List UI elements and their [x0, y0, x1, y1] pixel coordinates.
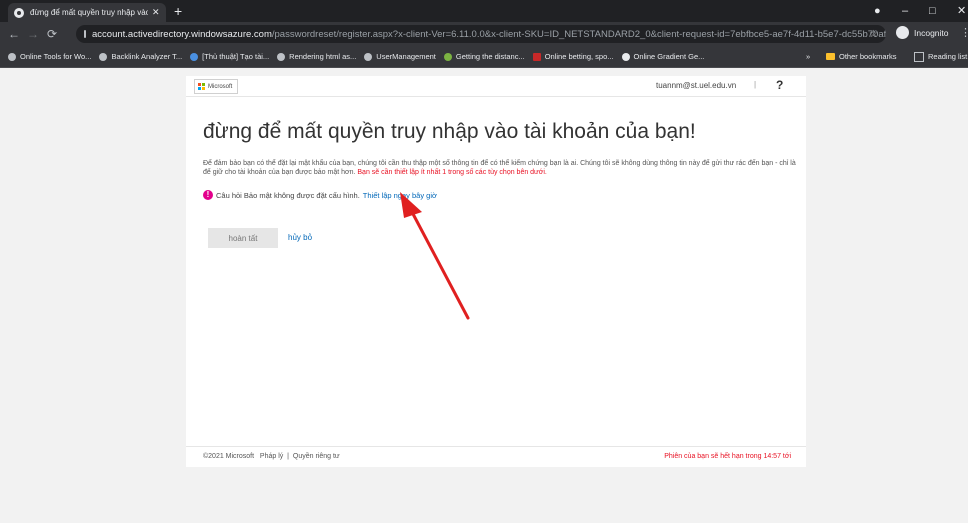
session-expiry-notice: Phiên của bạn sẽ hết hạn trong 14:57 tới: [664, 453, 791, 460]
footer-links: ©2021 Microsoft Pháp lý | Quyền riêng tư: [203, 453, 340, 460]
bookmark-item[interactable]: UserManagement: [364, 52, 436, 61]
password-reset-card: Microsoft tuannm@st.uel.edu.vn | ? đừng …: [186, 76, 806, 446]
reading-list[interactable]: Reading list: [914, 46, 967, 67]
new-tab-button[interactable]: +: [174, 2, 182, 20]
user-email[interactable]: tuannm@st.uel.edu.vn: [656, 81, 736, 90]
reload-icon[interactable]: ⟳: [47, 25, 57, 43]
url-host: account.activedirectory.windowsazure.com: [92, 28, 272, 40]
finish-button[interactable]: hoàn tất: [208, 228, 278, 248]
page-header: Microsoft tuannm@st.uel.edu.vn | ?: [186, 76, 806, 97]
minimize-icon[interactable]: –: [902, 2, 908, 20]
bookmark-item[interactable]: Online Gradient Ge...: [621, 52, 704, 61]
incognito-indicator[interactable]: Incognito: [896, 26, 949, 39]
address-bar[interactable]: account.activedirectory.windowsazure.com…: [76, 25, 886, 43]
globe-icon: [364, 52, 373, 61]
security-question-alert: ! Câu hỏi Bảo mật không được đặt cấu hìn…: [203, 190, 437, 200]
close-tab-icon[interactable]: ✕: [152, 7, 160, 18]
header-separator: |: [754, 80, 757, 89]
forward-icon[interactable]: →: [27, 25, 39, 43]
bookmark-item[interactable]: Getting the distanc...: [443, 52, 525, 61]
copyright-text: ©2021 Microsoft: [203, 453, 255, 460]
cancel-link[interactable]: hủy bỏ: [288, 233, 312, 242]
maximize-icon[interactable]: □: [929, 2, 936, 20]
setup-now-link[interactable]: Thiết lập ngay bây giờ: [363, 191, 437, 200]
globe-icon: [99, 52, 108, 61]
folder-icon: [826, 53, 835, 60]
site-icon: [190, 52, 199, 61]
browser-tab[interactable]: đừng để mất quyền truy nhập vào ✕: [8, 3, 166, 22]
back-icon[interactable]: ←: [8, 25, 20, 43]
requirement-note: Bạn sẽ cần thiết lập ít nhất 1 trong số …: [357, 169, 547, 176]
bookmark-item[interactable]: Online Tools for Wo...: [8, 52, 91, 61]
microsoft-logo-icon: [198, 83, 205, 90]
tab-title: đừng để mất quyền truy nhập vào: [30, 8, 148, 17]
bookmark-star-icon[interactable]: ☆: [869, 29, 878, 40]
page-title: đừng để mất quyền truy nhập vào tài khoả…: [203, 120, 696, 143]
alert-message: Câu hỏi Bảo mật không được đặt cấu hình.: [216, 190, 360, 200]
footer-divider: |: [287, 453, 289, 460]
bookmark-item[interactable]: Backlink Analyzer T...: [99, 52, 182, 61]
browser-menu-icon[interactable]: ⋮: [960, 26, 968, 39]
profile-menu-icon[interactable]: ●: [874, 2, 881, 20]
reading-list-icon: [914, 51, 924, 62]
globe-icon: [14, 7, 24, 18]
legal-link[interactable]: Pháp lý: [260, 453, 283, 460]
browser-toolbar: ← → ⟳ account.activedirectory.windowsazu…: [0, 22, 968, 46]
bookmark-item[interactable]: Rendering html as...: [277, 52, 356, 61]
help-button[interactable]: ?: [776, 78, 783, 92]
globe-icon: [8, 52, 16, 61]
url-path: /passwordreset/register.aspx?x-client-Ve…: [271, 28, 886, 40]
incognito-label: Incognito: [914, 27, 949, 38]
incognito-icon: [896, 26, 909, 39]
other-bookmarks[interactable]: Other bookmarks: [826, 46, 897, 67]
microsoft-logo: Microsoft: [194, 79, 239, 94]
close-window-icon[interactable]: ✕: [957, 2, 966, 20]
bookmark-item[interactable]: [Thủ thuật] Tạo tài...: [190, 52, 269, 61]
lock-icon: [84, 30, 86, 38]
privacy-link[interactable]: Quyền riêng tư: [293, 453, 340, 460]
globe-icon: [277, 52, 286, 61]
leaf-icon: [443, 52, 452, 61]
letter-a-icon: [621, 52, 630, 61]
page-footer: ©2021 Microsoft Pháp lý | Quyền riêng tư…: [186, 446, 806, 467]
exclamation-icon: !: [203, 190, 213, 200]
site-icon: [532, 52, 541, 61]
bookmarks-overflow-button[interactable]: »: [806, 46, 810, 67]
tab-strip: đừng để mất quyền truy nhập vào ✕ + ● – …: [0, 0, 968, 22]
bookmark-item[interactable]: Online betting, spo...: [532, 52, 614, 61]
bookmarks-bar: Online Tools for Wo... Backlink Analyzer…: [0, 46, 968, 68]
page-description: Để đảm bảo bạn có thể đặt lại mật khẩu c…: [203, 160, 796, 176]
